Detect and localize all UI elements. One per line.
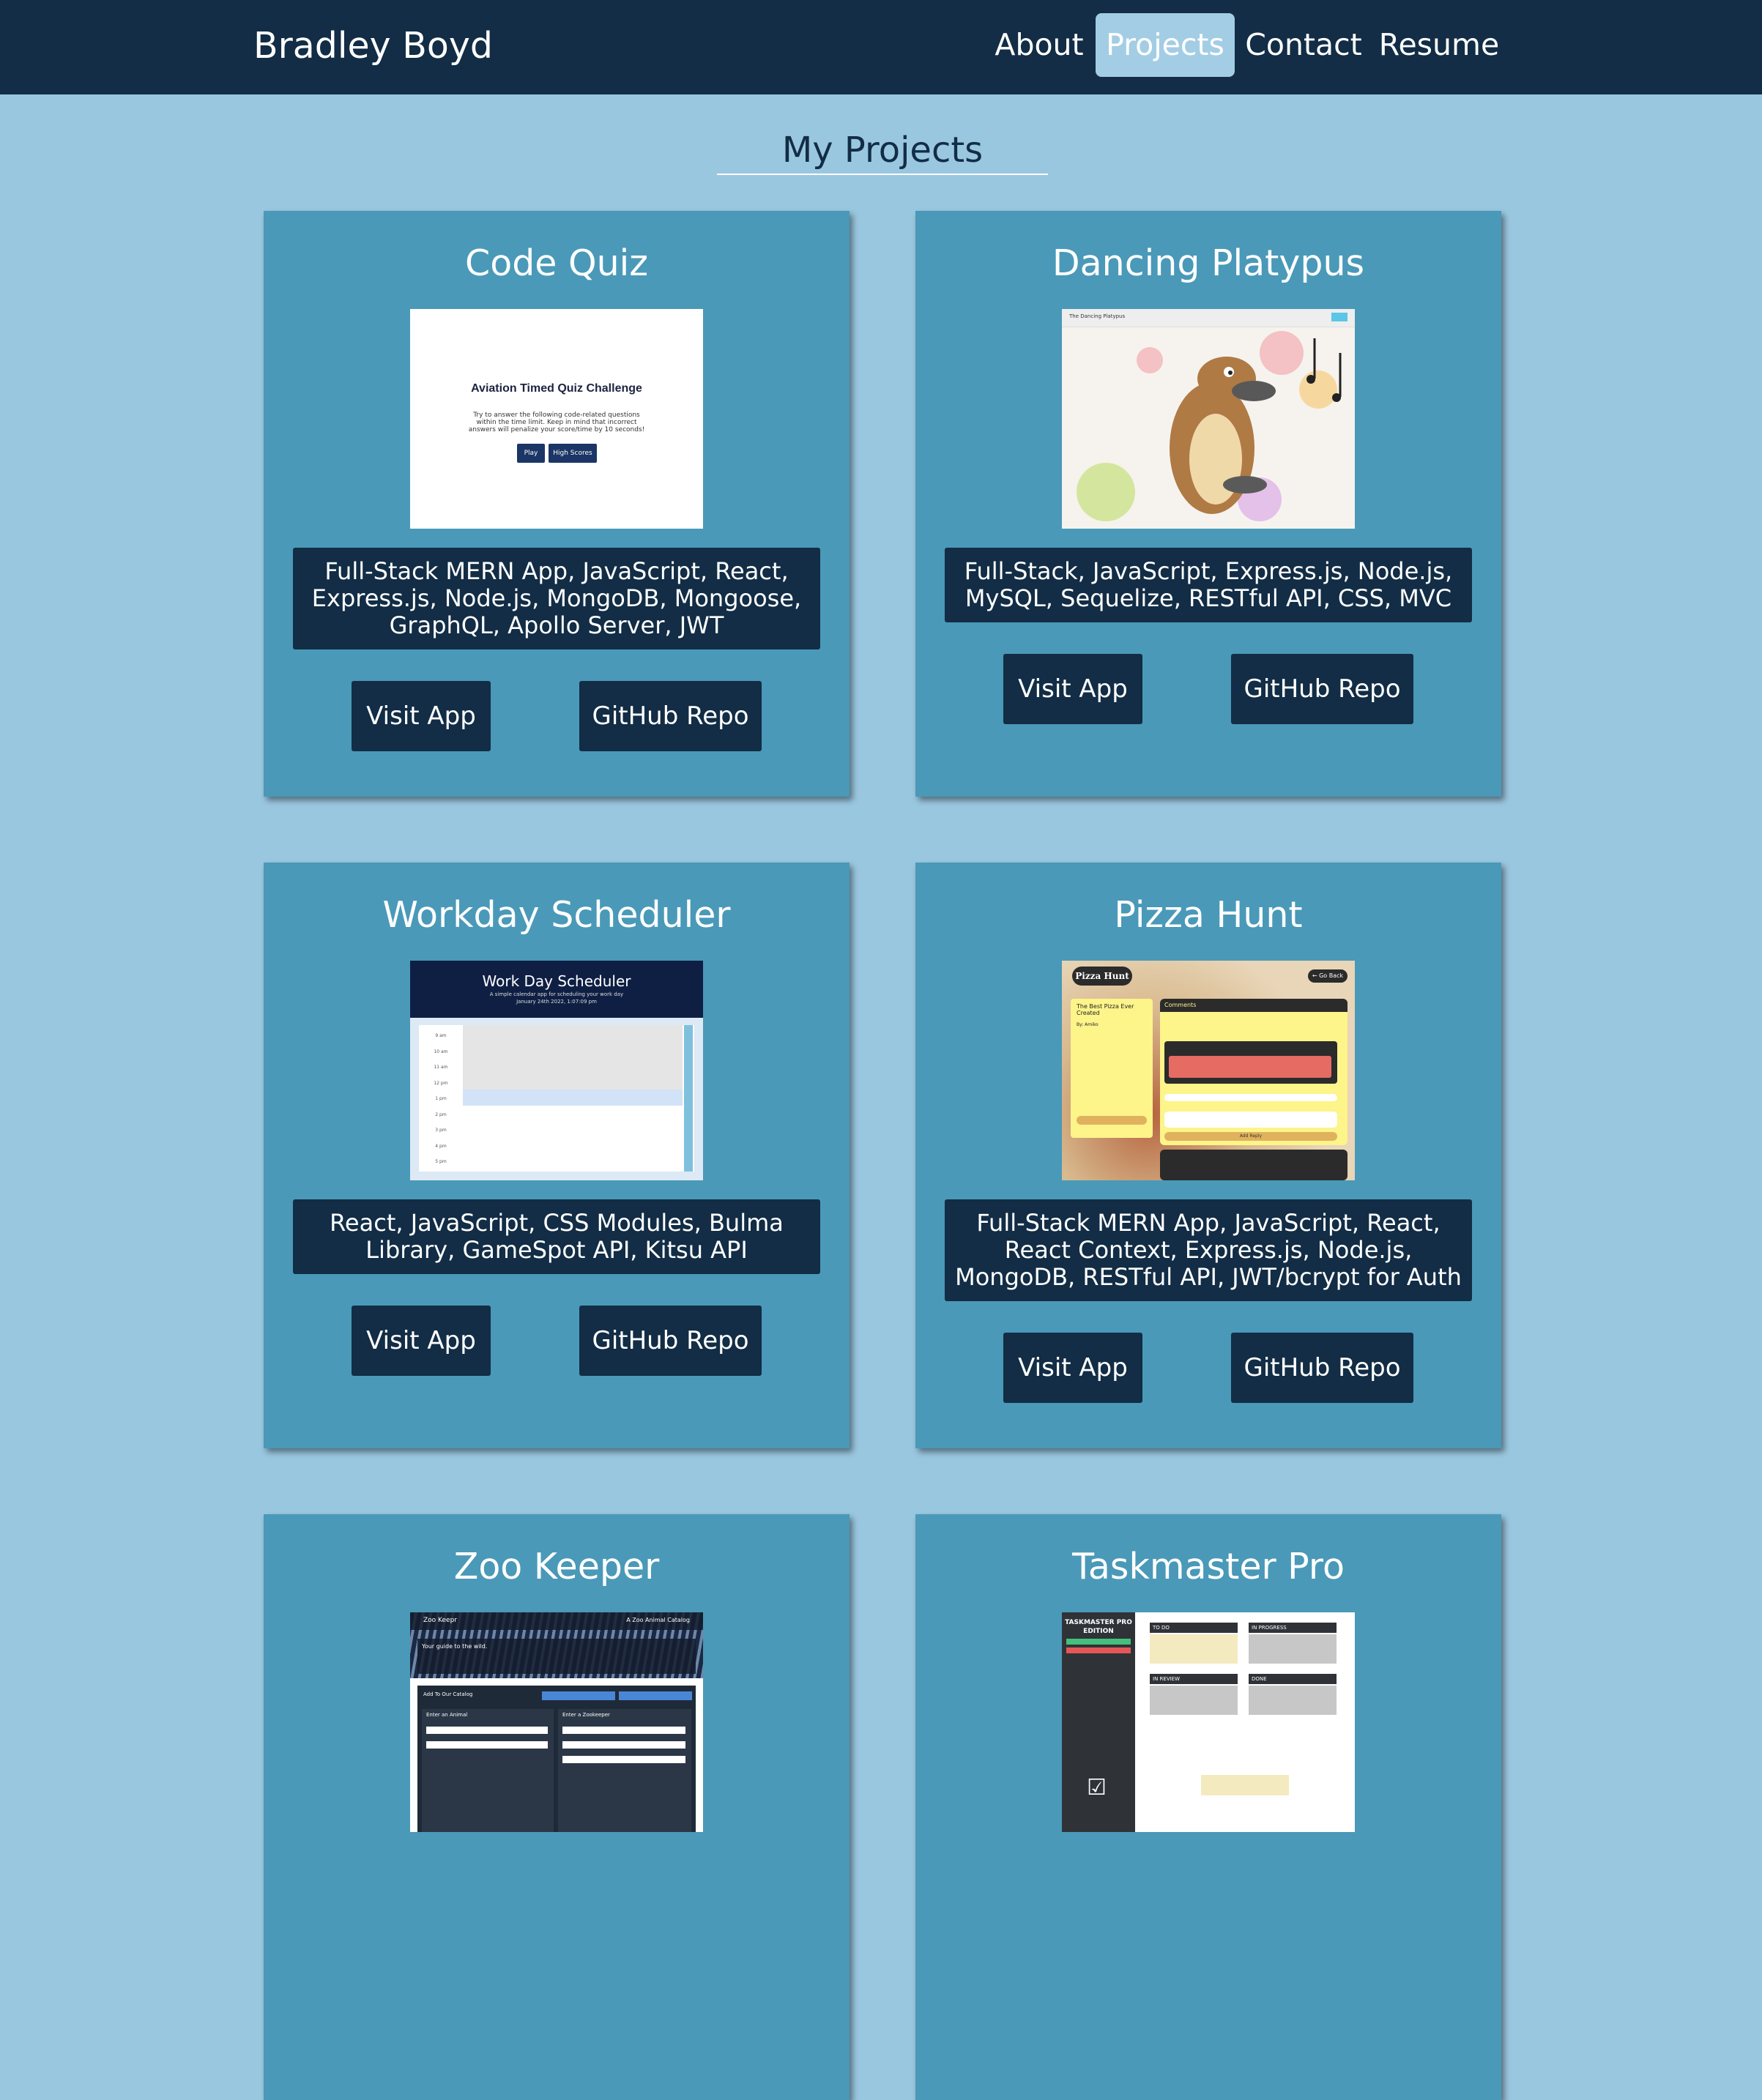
project-card-workday-scheduler: Workday Scheduler Work Day Scheduler A s…: [264, 863, 850, 1448]
preview-header: Work Day Scheduler A simple calendar app…: [410, 961, 703, 1018]
preview-catalog-link: A Zoo Animal Catalog: [626, 1617, 690, 1623]
nav-projects[interactable]: Projects: [1096, 13, 1235, 77]
nav-resume[interactable]: Resume: [1377, 13, 1501, 77]
project-title: Pizza Hunt: [1114, 894, 1303, 936]
preview-sidebar: TASKMASTER PRO EDITION ☑: [1062, 1612, 1135, 1832]
project-screenshot: Zoo Keepr A Zoo Animal Catalog Your guid…: [410, 1612, 703, 1832]
github-repo-button[interactable]: GitHub Repo: [579, 681, 762, 751]
preview-subtitle: A simple calendar app for scheduling you…: [489, 991, 624, 997]
preview-brand: Zoo Keepr: [423, 1617, 457, 1624]
project-title: Taskmaster Pro: [1072, 1546, 1345, 1587]
github-repo-button[interactable]: GitHub Repo: [579, 1306, 762, 1376]
project-title: Zoo Keeper: [453, 1546, 660, 1587]
preview-scores-button: High Scores: [549, 444, 597, 463]
project-tech-tags: Full-Stack MERN App, JavaScript, React, …: [945, 1199, 1472, 1301]
preview-play-button: Play: [517, 444, 545, 463]
top-navbar: Bradley Boyd About Projects Contact Resu…: [0, 0, 1762, 94]
project-screenshot: TASKMASTER PRO EDITION ☑ TO DO IN PROGRE…: [1062, 1612, 1355, 1832]
preview-date: January 24th 2022, 1:07:09 pm: [516, 999, 597, 1005]
project-tech-tags: React, JavaScript, CSS Modules, Bulma Li…: [293, 1199, 820, 1274]
project-title: Workday Scheduler: [382, 894, 731, 936]
preview-back-button: ← Go Back: [1308, 969, 1347, 983]
preview-heading: Work Day Scheduler: [482, 972, 631, 990]
brand-name[interactable]: Bradley Boyd: [253, 0, 493, 92]
project-screenshot: Aviation Timed Quiz Challenge Try to ans…: [410, 309, 703, 529]
project-screenshot: Pizza Hunt ← Go Back The Best Pizza Ever…: [1062, 961, 1355, 1180]
checkbox-icon: ☑: [1087, 1775, 1107, 1801]
github-repo-button[interactable]: GitHub Repo: [1231, 654, 1413, 724]
project-card-dancing-platypus: Dancing Platypus The Dancing Platypus Fu…: [915, 211, 1501, 797]
preview-tagline: Your guide to the wild.: [417, 1639, 696, 1674]
project-tech-tags: Full-Stack MERN App, JavaScript, React, …: [293, 548, 820, 649]
nav-contact[interactable]: Contact: [1245, 13, 1362, 77]
github-repo-button[interactable]: GitHub Repo: [1231, 1333, 1413, 1403]
project-card-zoo-keeper: Zoo Keeper Zoo Keepr A Zoo Animal Catalo…: [264, 1514, 850, 2100]
nav-about[interactable]: About: [992, 13, 1087, 77]
project-title: Dancing Platypus: [1052, 242, 1365, 284]
project-card-taskmaster-pro: Taskmaster Pro TASKMASTER PRO EDITION ☑ …: [915, 1514, 1501, 2100]
preview-comments-panel: Comments Add Reply: [1160, 999, 1347, 1145]
visit-app-button[interactable]: Visit App: [352, 1306, 491, 1376]
project-screenshot: The Dancing Platypus: [1062, 309, 1355, 529]
project-card-pizza-hunt: Pizza Hunt Pizza Hunt ← Go Back The Best…: [915, 863, 1501, 1448]
project-title: Code Quiz: [465, 242, 648, 284]
project-tech-tags: Full-Stack, JavaScript, Express.js, Node…: [945, 548, 1472, 622]
project-card-code-quiz: Code Quiz Aviation Timed Quiz Challenge …: [264, 211, 850, 797]
visit-app-button[interactable]: Visit App: [1003, 1333, 1142, 1403]
preview-hours-list: 9 am 10 am 11 am 12 pm 1 pm 2 pm 3 pm 4 …: [434, 1033, 448, 1164]
project-screenshot: Work Day Scheduler A simple calendar app…: [410, 961, 703, 1180]
visit-app-button[interactable]: Visit App: [1003, 654, 1142, 724]
preview-heading: Aviation Timed Quiz Challenge: [471, 382, 642, 395]
platypus-illustration: [1077, 331, 1342, 521]
page-title: My Projects: [717, 127, 1048, 175]
preview-text: Try to answer the following code-related…: [468, 412, 645, 433]
preview-brand: Pizza Hunt: [1072, 967, 1132, 986]
visit-app-button[interactable]: Visit App: [352, 681, 491, 751]
preview-pizza-panel: The Best Pizza Ever Created By: Amiko: [1071, 999, 1153, 1138]
